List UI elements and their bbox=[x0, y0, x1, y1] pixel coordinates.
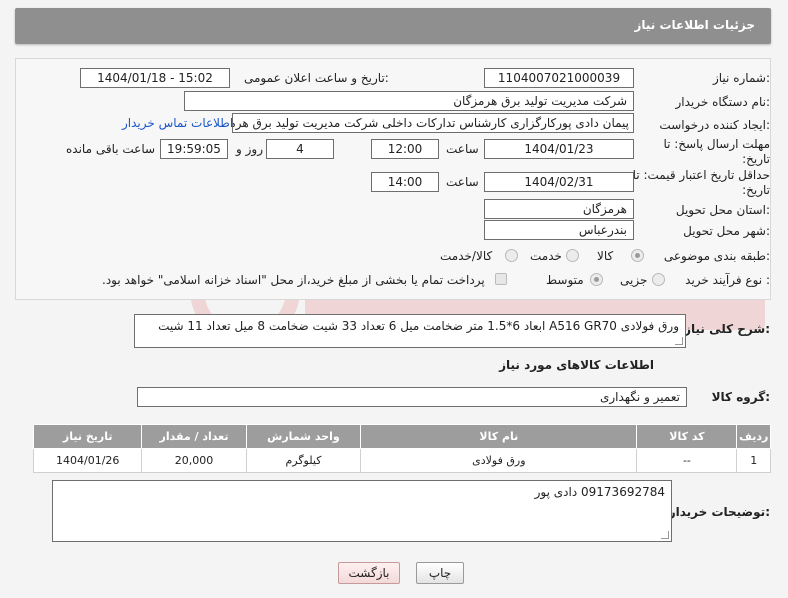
category-radio-service[interactable] bbox=[566, 249, 579, 262]
process-option-medium: متوسط bbox=[546, 273, 584, 287]
city-label: شهر محل تحویل: bbox=[683, 224, 770, 238]
page-title: جزئیات اطلاعات نیاز bbox=[634, 18, 755, 32]
min-price-label: حداقل تاریخ اعتبار قیمت: تا تاریخ: bbox=[632, 168, 770, 197]
buyer-notes-field: 09173692784 دادی پور bbox=[52, 480, 672, 542]
buyer-notes-label: توضیحات خریدار: bbox=[668, 505, 770, 519]
need-number-field: 1104007021000039 bbox=[484, 68, 634, 88]
remaining-label: ساعت باقی مانده bbox=[66, 142, 156, 156]
min-price-time-field: 14:00 bbox=[371, 172, 439, 192]
description-label: شرح کلی نیاز: bbox=[684, 322, 770, 336]
deadline-time-field: 12:00 bbox=[371, 139, 439, 159]
category-label: طبقه بندی موضوعی: bbox=[663, 249, 770, 263]
resize-handle[interactable] bbox=[675, 337, 683, 345]
goods-section-title: اطلاعات کالاهای مورد نیاز bbox=[499, 358, 654, 372]
buyer-org-field: شرکت مدیریت تولید برق هرمزگان bbox=[184, 91, 634, 111]
days-label: روز و bbox=[236, 142, 263, 156]
col-date: تاریخ نیاز bbox=[32, 424, 143, 449]
deadline-time-label: ساعت bbox=[446, 142, 479, 156]
category-radio-both[interactable] bbox=[505, 249, 518, 262]
goods-group-field: تعمیر و نگهداری bbox=[137, 387, 687, 407]
deadline-label: مهلت ارسال پاسخ: تا تاریخ: bbox=[663, 137, 770, 166]
min-price-date-field: 1404/02/31 bbox=[484, 172, 634, 192]
buyer-org-label: نام دستگاه خریدار: bbox=[675, 95, 771, 109]
col-unit: واحد شمارش bbox=[245, 424, 362, 449]
deadline-date-field: 1404/01/23 bbox=[484, 139, 634, 159]
goods-table: ردیف کد کالا نام کالا واحد شمارش تعداد /… bbox=[32, 424, 771, 473]
process-radio-minor[interactable] bbox=[652, 273, 665, 286]
min-price-time-label: ساعت bbox=[446, 175, 479, 189]
description-text: ورق فولادی A516 GR70 ابعاد 6*1.5 متر ضخا… bbox=[158, 319, 679, 333]
table-row: 1 -- ورق فولادی کیلوگرم 20,000 1404/01/2… bbox=[32, 448, 771, 473]
print-button[interactable]: چاپ bbox=[416, 562, 464, 584]
cell-unit: کیلوگرم bbox=[245, 448, 362, 473]
category-option-service: خدمت bbox=[530, 249, 562, 263]
page-frame: جزئیات اطلاعات نیاز شماره نیاز: 11040070… bbox=[0, 0, 788, 598]
col-name: نام کالا bbox=[360, 424, 638, 449]
process-option-minor: جزیی bbox=[620, 273, 648, 287]
cell-code: -- bbox=[636, 448, 738, 473]
remaining-time-field: 19:59:05 bbox=[160, 139, 228, 159]
category-option-both: کالا/خدمت bbox=[440, 249, 493, 263]
province-label: استان محل تحویل: bbox=[675, 203, 770, 217]
city-field: بندرعباس bbox=[484, 220, 634, 240]
page-header: جزئیات اطلاعات نیاز bbox=[15, 8, 771, 44]
buyer-notes-text: 09173692784 دادی پور bbox=[534, 485, 665, 499]
category-radio-goods[interactable] bbox=[631, 249, 644, 262]
cell-date: 1404/01/26 bbox=[32, 448, 143, 473]
creator-label: ایجاد کننده درخواست: bbox=[659, 118, 770, 132]
province-field: هرمزگان bbox=[484, 199, 634, 219]
cell-qty: 20,000 bbox=[141, 448, 247, 473]
col-qty: تعداد / مقدار bbox=[141, 424, 247, 449]
cell-row: 1 bbox=[736, 448, 771, 473]
announce-field: 1404/01/18 - 15:02 bbox=[80, 68, 230, 88]
col-row: ردیف bbox=[736, 424, 771, 449]
goods-table-header: ردیف کد کالا نام کالا واحد شمارش تعداد /… bbox=[32, 424, 771, 449]
cell-name: ورق فولادی bbox=[360, 448, 638, 473]
back-button[interactable]: بازگشت bbox=[338, 562, 400, 584]
category-option-goods: کالا bbox=[597, 249, 614, 263]
payment-note: پرداخت تمام یا بخشی از مبلغ خرید،از محل … bbox=[102, 273, 485, 287]
need-number-label: شماره نیاز: bbox=[712, 71, 770, 85]
description-field: ورق فولادی A516 GR70 ابعاد 6*1.5 متر ضخا… bbox=[134, 314, 686, 348]
treasury-checkbox[interactable] bbox=[495, 273, 507, 285]
resize-handle[interactable] bbox=[661, 531, 669, 539]
process-radio-medium[interactable] bbox=[590, 273, 603, 286]
goods-group-label: گروه کالا: bbox=[711, 390, 770, 404]
creator-field: پیمان دادی پورکارگزاری کارشناس تدارکات د… bbox=[232, 113, 634, 133]
col-code: کد کالا bbox=[636, 424, 738, 449]
days-remaining-field: 4 bbox=[266, 139, 334, 159]
buyer-contact-link[interactable]: اطلاعات تماس خریدار bbox=[122, 116, 233, 130]
process-label: نوع فرآیند خرید : bbox=[685, 273, 770, 287]
announce-label: تاریخ و ساعت اعلان عمومی: bbox=[244, 71, 389, 85]
